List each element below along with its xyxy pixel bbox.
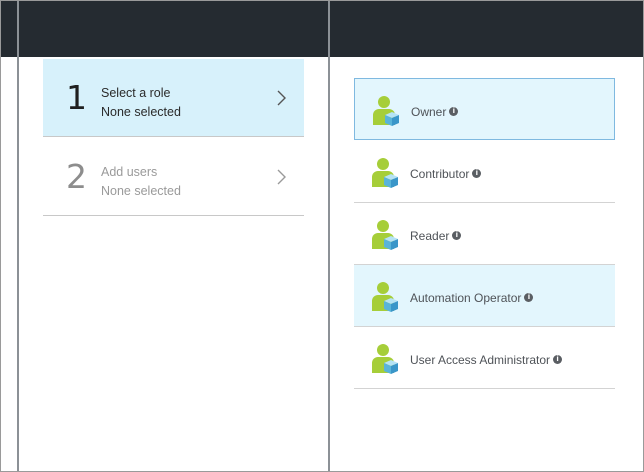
screenshot-border (0, 0, 644, 472)
